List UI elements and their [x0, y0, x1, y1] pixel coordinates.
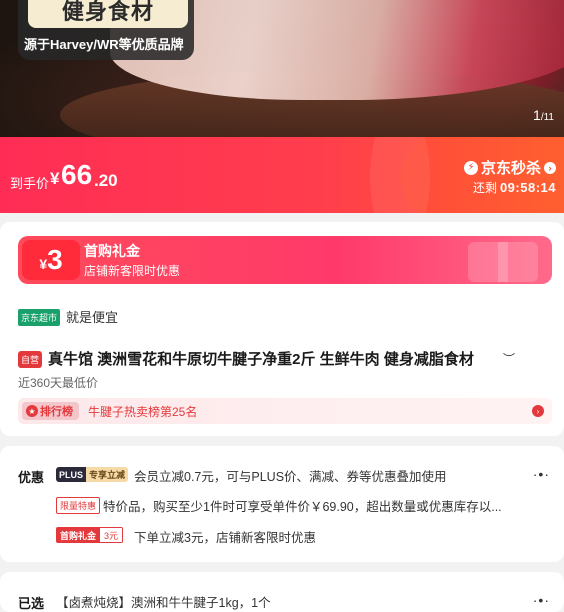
first-purchase-gift-tag: 首购礼金 3元: [56, 527, 124, 543]
price-currency: ¥: [50, 169, 60, 188]
countdown-time: 09:58:14: [499, 180, 556, 195]
first-purchase-coupon[interactable]: ¥ 3 首购礼金 店铺新客限时优惠: [18, 236, 552, 284]
page-total: /11: [540, 112, 554, 123]
gift-tag-text: 首购礼金: [56, 527, 101, 543]
first-purchase-text: 下单立减3元，店铺新客限时优惠: [134, 531, 316, 545]
chevron-down-icon[interactable]: ︶: [503, 350, 515, 367]
promotions-label: 优惠: [18, 470, 45, 485]
flash-sale-link[interactable]: ⚡ 京东秒杀 ›: [463, 157, 556, 178]
store-slogan: 就是便宜: [66, 310, 119, 325]
plus-discount-tag: PLUS 专享立减: [56, 467, 129, 482]
more-options-icon[interactable]: ·•·: [533, 592, 550, 608]
limited-offer-tag: 限量特惠: [56, 497, 101, 514]
jd-supermarket-badge: 京东超市: [18, 309, 61, 326]
more-options-icon[interactable]: ·•·: [533, 466, 550, 482]
countdown-prefix: 还剩: [472, 181, 497, 195]
flash-bolt-icon: ⚡: [463, 160, 478, 175]
product-title[interactable]: 真牛馆 澳洲雪花和牛原切牛腱子净重2斤 生鲜牛肉 健身减脂食材: [48, 348, 474, 369]
ranking-text: 牛腱子热卖榜第25名: [88, 405, 198, 419]
medal-icon: ★: [26, 405, 38, 417]
coupon-currency: ¥: [39, 256, 48, 272]
gift-box-icon: [468, 242, 538, 282]
page-current: 1: [533, 107, 541, 123]
selected-spec-text[interactable]: 【卤煮炖烧】澳洲和牛牛腱子1kg，1个: [56, 592, 271, 611]
chevron-right-icon[interactable]: ›: [532, 405, 544, 417]
limited-offer-text: 特价品，购买至少1件时可享受单件价￥69.90，超出数量或优惠库存以...: [103, 500, 502, 514]
ranking-badge: ★ 排行榜: [22, 402, 79, 420]
image-page-indicator: 1/11: [533, 107, 554, 123]
plus-discount-text: 会员立减0.7元，可与PLUS价、满减、券等优惠叠加使用: [134, 470, 447, 484]
plus-tag-text: PLUS: [56, 467, 87, 482]
price-label: 到手价: [10, 176, 50, 191]
self-operated-badge: 自营: [18, 351, 43, 368]
coupon-title: 首购礼金: [84, 243, 140, 259]
price-decimal: .20: [94, 171, 118, 190]
price-bar: 到手价 ¥ 66 .20 ⚡ 京东秒杀 › 还剩 09:58:14: [0, 137, 564, 213]
chevron-right-icon: ›: [544, 161, 556, 174]
coupon-amount: ¥ 3: [22, 240, 80, 280]
lowest-price-note: 近360天最低价: [18, 376, 99, 390]
ranking-bar[interactable]: ★ 排行榜 牛腱子热卖榜第25名 ›: [18, 398, 552, 424]
promo-overlay-subtitle: 源于Harvey/WR等优质品牌: [24, 37, 184, 52]
price-integer: 66: [61, 159, 93, 190]
plus-tag-subtext: 专享立减: [86, 467, 129, 482]
gift-tag-value: 3元: [100, 527, 124, 543]
ranking-badge-label: 排行榜: [40, 406, 73, 418]
promo-overlay-title: 健身食材: [28, 0, 188, 28]
coupon-value: 3: [47, 244, 63, 275]
countdown: 还剩 09:58:14: [473, 179, 556, 196]
flash-sale-label: 京东秒杀: [480, 160, 541, 177]
coupon-subtitle: 店铺新客限时优惠: [84, 264, 181, 278]
product-image-carousel[interactable]: 健身食材 源于Harvey/WR等优质品牌 1/11: [0, 0, 564, 137]
